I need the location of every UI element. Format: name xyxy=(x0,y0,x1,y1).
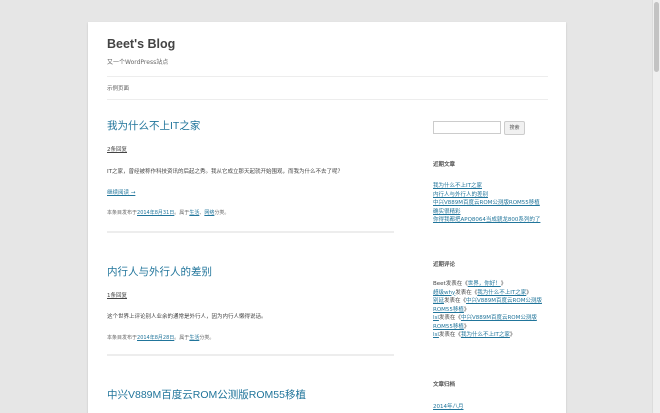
post-article: 内行人与外行人的差别 1条回复 这个世界上评论别人业余的通常是外行人，因为内行人… xyxy=(107,264,394,364)
post-title[interactable]: 内行人与外行人的差别 xyxy=(107,264,394,279)
archives-title: 文章归档 xyxy=(433,382,456,388)
recent-post-link[interactable]: 内行人与外行人的差别 xyxy=(433,192,488,198)
list-item: 超级why发表在《我为什么不上IT之家》 xyxy=(433,289,551,298)
list-item: lsl发表在《我为什么不上IT之家》 xyxy=(433,331,551,340)
category-link[interactable]: 生活 xyxy=(189,210,199,216)
search-button[interactable]: 搜索 xyxy=(504,121,525,135)
site-title[interactable]: Beet's Blog xyxy=(107,37,175,51)
main-navigation: 示例页面 xyxy=(107,76,548,100)
comment-text: 发表在《 xyxy=(438,315,461,321)
category-link[interactable]: 生活 xyxy=(189,335,199,341)
meta-suffix: 分类。 xyxy=(214,210,230,216)
comment-post-link[interactable]: 世界，你好！ xyxy=(468,281,501,287)
list-item: 别延发表在《中兴V889M百度云ROM公测版ROM55移植》 xyxy=(433,297,551,314)
comment-author: Beet xyxy=(433,281,446,287)
comment-text: 发表在《 xyxy=(445,281,468,287)
meta-mid: 。属于 xyxy=(174,335,190,341)
page-container: Beet's Blog 又一个WordPress站点 示例页面 我为什么不上IT… xyxy=(88,22,566,413)
post-divider xyxy=(107,354,394,356)
comment-end: 》 xyxy=(509,332,516,338)
comment-post-link[interactable]: 我为什么不上IT之家 xyxy=(461,332,510,338)
post-excerpt: IT之家，曾经被称作科技资讯的后起之秀。我从它成立那天起就开始围观，而我为什么不… xyxy=(107,169,343,175)
list-item[interactable]: 我为什么不上IT之家 xyxy=(433,182,551,191)
list-item[interactable]: 2014年八月 xyxy=(433,403,551,412)
meta-prefix: 本条目发布于 xyxy=(107,335,138,341)
comments-link[interactable]: 2条回复 xyxy=(107,145,127,153)
list-item: lsl发表在《中兴V889M百度云ROM公测版ROM55移植》 xyxy=(433,314,551,331)
scrollbar-thumb[interactable] xyxy=(654,2,659,72)
archives-list: 2014年八月 xyxy=(433,403,551,412)
recent-comments-title: 近期评论 xyxy=(433,262,456,268)
scrollbar[interactable] xyxy=(652,0,660,413)
archive-link[interactable]: 2014年八月 xyxy=(433,404,464,410)
comment-post-link[interactable]: 我为什么不上IT之家 xyxy=(477,290,526,296)
site-description: 又一个WordPress站点 xyxy=(107,59,169,66)
recent-post-link[interactable]: 你得我都把APQ8064当成骁龙800系列的了 xyxy=(433,217,540,223)
comment-text: 发表在《 xyxy=(444,298,467,304)
comments-link[interactable]: 1条回复 xyxy=(107,291,127,299)
recent-posts-title: 近期文章 xyxy=(433,162,456,168)
comment-text: 发表在《 xyxy=(438,332,461,338)
meta-mid: 。属于 xyxy=(174,210,190,216)
list-item[interactable]: 中兴V889M百度云ROM公测版ROM55移植 xyxy=(433,199,551,208)
recent-post-link[interactable]: 我为什么不上IT之家 xyxy=(433,183,482,189)
meta-suffix: 分类。 xyxy=(199,335,215,341)
post-title[interactable]: 中兴V889M百度云ROM公测版ROM55移植 xyxy=(107,387,394,402)
comment-text: 发表在《 xyxy=(455,289,478,296)
list-item[interactable]: 你得我都把APQ8064当成骁龙800系列的了 xyxy=(433,216,551,225)
meta-prefix: 本条目发布于 xyxy=(107,210,138,216)
comment-author[interactable]: 超级why xyxy=(433,290,455,296)
category-link[interactable]: 网络 xyxy=(204,210,214,216)
comment-end: 》 xyxy=(463,323,470,330)
post-date-link[interactable]: 2014年8月31日 xyxy=(137,210,174,216)
post-divider xyxy=(107,231,394,233)
list-item: Beet发表在《世界，你好！》 xyxy=(433,280,551,289)
post-date-link[interactable]: 2014年8月28日 xyxy=(137,335,174,341)
recent-post-link[interactable]: 中兴V889M百度云ROM公测版ROM55移植 xyxy=(433,200,540,206)
post-title[interactable]: 我为什么不上IT之家 xyxy=(107,118,394,133)
comment-author[interactable]: 别延 xyxy=(433,298,444,304)
post-meta: 本条目发布于2014年8月28日。属于生活分类。 xyxy=(107,334,214,341)
comment-end: 》 xyxy=(526,289,532,296)
recent-comments-list: Beet发表在《世界，你好！》 超级why发表在《我为什么不上IT之家》 别延发… xyxy=(433,280,551,340)
post-article: 中兴V889M百度云ROM公测版ROM55移植 xyxy=(107,387,394,407)
post-excerpt: 这个世界上评论别人业余的通常是外行人，因为内行人懒得说话。 xyxy=(107,314,267,320)
list-item[interactable]: 内行人与外行人的差别 xyxy=(433,191,551,200)
post-meta: 本条目发布于2014年8月31日。属于生活、网络分类。 xyxy=(107,209,229,216)
comment-end: 》 xyxy=(463,306,470,313)
search-input[interactable] xyxy=(433,121,501,134)
nav-item-sample-page[interactable]: 示例页面 xyxy=(107,84,129,92)
recent-posts-list: 我为什么不上IT之家 内行人与外行人的差别 中兴V889M百度云ROM公测版RO… xyxy=(433,182,551,225)
continue-reading-link[interactable]: 继续阅读 → xyxy=(107,188,135,196)
list-item[interactable]: 确实很精彩 xyxy=(433,208,551,217)
recent-post-link[interactable]: 确实很精彩 xyxy=(433,209,461,215)
comment-end: 》 xyxy=(500,281,507,287)
post-article: 我为什么不上IT之家 2条回复 IT之家，曾经被称作科技资讯的后起之秀。我从它成… xyxy=(107,118,394,248)
